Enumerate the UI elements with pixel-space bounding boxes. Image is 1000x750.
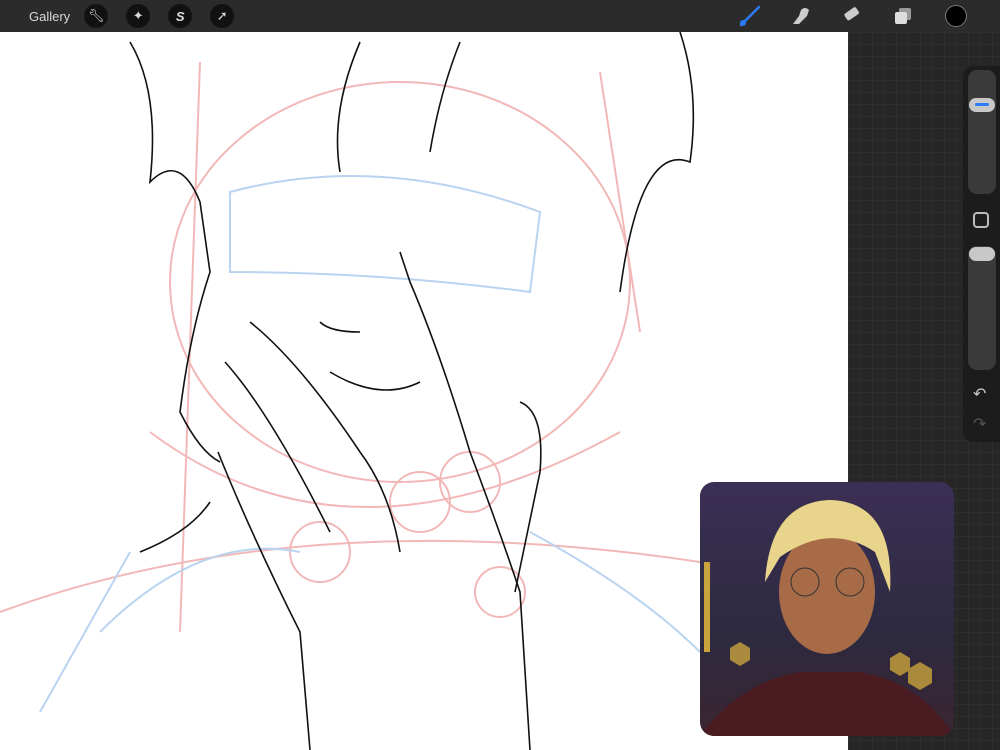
brush-icon: [739, 5, 761, 27]
redo-button[interactable]: ↷: [973, 414, 986, 434]
layers-button[interactable]: [889, 2, 917, 30]
erase-button[interactable]: [838, 2, 866, 30]
transform-button[interactable]: ➚: [210, 4, 235, 28]
opacity-slider[interactable]: [968, 246, 996, 370]
selection-button[interactable]: S: [168, 4, 193, 28]
top-toolbar: Gallery 🔧︎ ✦ S ➚: [0, 0, 1000, 32]
smudge-button[interactable]: [787, 2, 815, 30]
selection-icon: S: [175, 8, 185, 24]
adjustments-button[interactable]: ✦: [126, 4, 151, 28]
brush-size-thumb[interactable]: [969, 98, 995, 112]
reference-image-window[interactable]: [700, 482, 954, 736]
paint-button[interactable]: [736, 2, 764, 30]
eraser-icon: [844, 7, 859, 21]
layers-icon: [895, 8, 911, 24]
sidebar: ↶ ↷: [963, 66, 1000, 442]
magic-wand-icon: ✦: [132, 8, 144, 23]
color-picker-button[interactable]: [945, 5, 967, 27]
actions-button[interactable]: 🔧︎: [84, 4, 109, 28]
wrench-icon: 🔧︎: [87, 8, 105, 23]
arrow-cursor-icon: ➚: [216, 8, 228, 23]
modifier-button[interactable]: [973, 212, 989, 228]
undo-button[interactable]: ↶: [973, 384, 986, 404]
smudge-icon: [793, 8, 809, 24]
redo-icon: ↷: [973, 416, 987, 433]
gallery-button[interactable]: Gallery: [29, 9, 70, 24]
brush-size-slider[interactable]: [968, 70, 996, 194]
reference-portrait: [700, 500, 954, 736]
opacity-thumb[interactable]: [969, 247, 995, 261]
undo-icon: ↶: [973, 386, 987, 403]
